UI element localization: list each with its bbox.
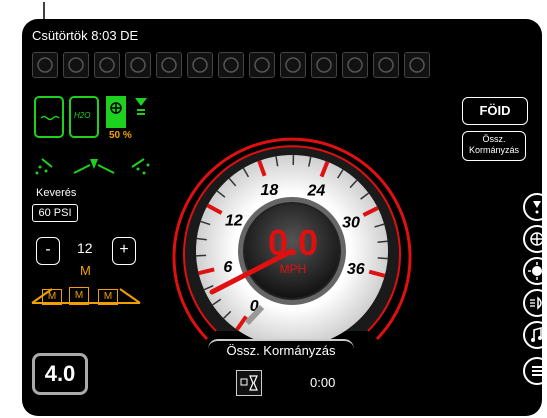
speed-tick-label: 24 [306, 183, 325, 200]
timer-icon[interactable] [236, 370, 262, 396]
h2o-label: H2O [74, 111, 91, 120]
fan-icon [530, 232, 542, 246]
tank-level-icon[interactable] [34, 96, 64, 138]
valve-icon[interactable] [187, 52, 213, 78]
boom-spray-icon[interactable] [34, 151, 152, 179]
valve-flow-icon[interactable] [218, 52, 244, 78]
boom-plus-button[interactable]: + [112, 237, 136, 265]
music-note-icon [531, 326, 542, 342]
boom-unit: M [80, 263, 91, 278]
sensor-icon[interactable] [32, 52, 58, 78]
speed-minor-tick [196, 254, 207, 257]
hose-icon[interactable] [373, 52, 399, 78]
fill-icon[interactable] [280, 52, 306, 78]
speed-tick-label: 6 [223, 259, 232, 276]
menu-icon [532, 366, 542, 376]
water-level-icon[interactable] [156, 52, 182, 78]
speed-tick-label: 30 [342, 214, 360, 231]
boom-section-center[interactable]: M [69, 287, 89, 305]
boom-section-left[interactable]: M [42, 289, 62, 305]
rinse-icon[interactable] [404, 52, 430, 78]
foid-button[interactable]: FÖID [462, 97, 528, 125]
filter-icon [135, 98, 147, 115]
steering-mode-label: Össz. Kormányzás [208, 339, 354, 361]
fan-percent: 50 % [109, 130, 132, 141]
pump-icon[interactable] [125, 52, 151, 78]
nozzle-button[interactable] [523, 193, 542, 221]
boom-minus-button[interactable]: - [36, 237, 60, 265]
speed-unit: MPH [279, 262, 307, 276]
speed-tick-label: 12 [225, 213, 243, 230]
steering-button[interactable]: Össz. Kormányzás [462, 131, 526, 161]
beacon-icon [528, 262, 542, 280]
stop-icon[interactable] [94, 52, 120, 78]
headlight-button[interactable] [523, 289, 542, 317]
nozzle-icon [533, 201, 541, 214]
boom-section-right[interactable]: M [98, 289, 118, 305]
speed-value: 0.0 [267, 222, 319, 263]
speed-minor-tick [377, 257, 388, 260]
display-screen: Csütörtök 8:03 DE H2O 50 % Keverés 60 PS… [22, 19, 542, 416]
music-button[interactable] [523, 321, 542, 349]
beacon-button[interactable] [523, 257, 542, 285]
gear-indicator[interactable]: 4.0 [32, 353, 88, 395]
status-datetime: Csütörtök 8:03 DE [32, 28, 139, 43]
nozzle-icon[interactable] [249, 52, 275, 78]
speed-minor-tick [377, 240, 388, 244]
speed-tick-label: 36 [347, 261, 365, 278]
h2o-tank-icon[interactable]: H2O [69, 96, 99, 138]
headlight-icon [530, 296, 542, 310]
agitation-label: Keverés [36, 187, 77, 199]
agitation-pressure[interactable]: 60 PSI [32, 204, 78, 222]
fan-button[interactable] [523, 225, 542, 253]
timer-value: 0:00 [310, 375, 336, 390]
fan-level-icon[interactable] [106, 96, 126, 128]
tank-icon[interactable] [311, 52, 337, 78]
menu-button[interactable] [523, 357, 542, 385]
warning-icon[interactable] [63, 52, 89, 78]
speed-tick-label: 18 [261, 182, 279, 199]
agitator-icon[interactable] [342, 52, 368, 78]
boom-count: 12 [77, 240, 93, 256]
